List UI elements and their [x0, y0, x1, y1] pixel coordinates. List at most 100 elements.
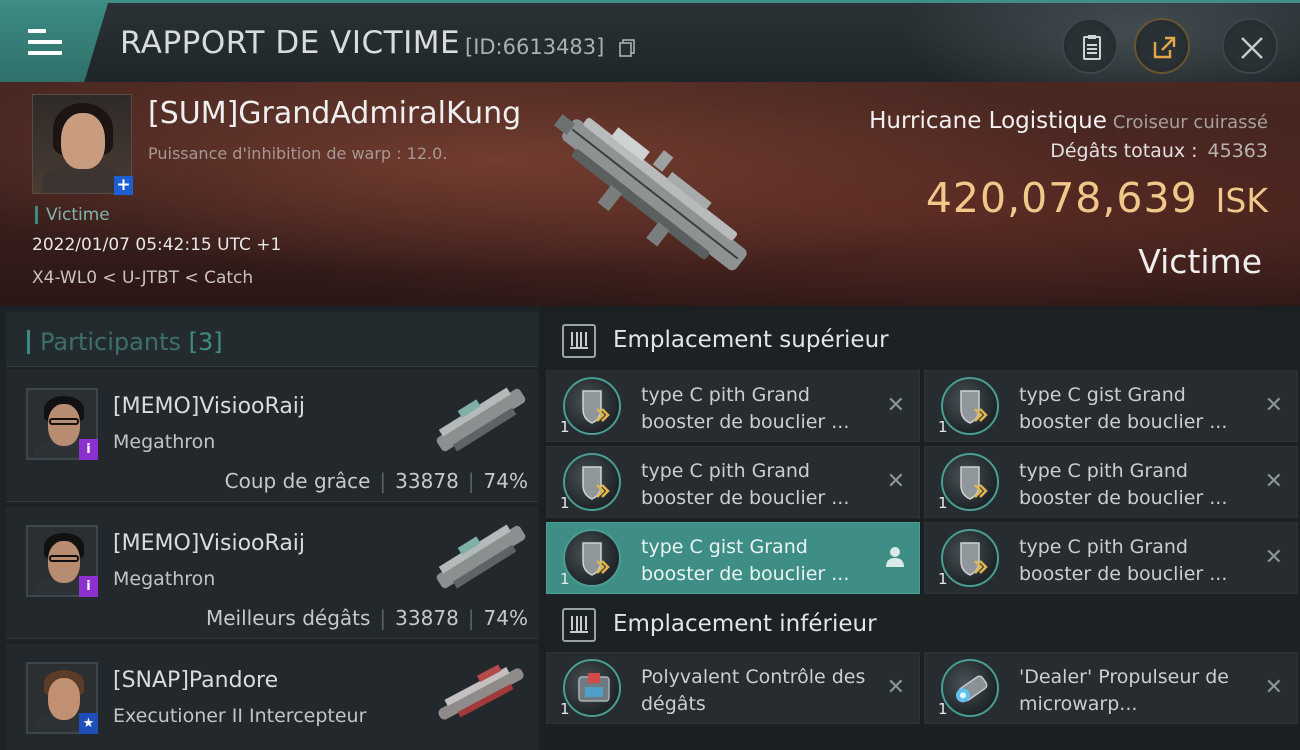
module-name: type C pith Grand booster de bouclier ..…	[641, 384, 850, 433]
kill-datetime: 2022/01/07 05:42:15 UTC +1	[32, 235, 282, 255]
participants-header[interactable]: Participants [3]	[6, 312, 538, 367]
destroyed-icon: ✕	[1264, 675, 1283, 700]
module-quantity: 1	[938, 418, 948, 436]
victim-hero: + [SUM]GrandAdmiralKung Puissance d'inhi…	[0, 82, 1300, 306]
high-slot-title: Emplacement supérieur	[613, 327, 889, 353]
module-row[interactable]: 1 type C gist Grand booster de bouclier …	[546, 522, 920, 594]
participant-damage: 33878	[395, 469, 459, 493]
destroyed-icon: ✕	[886, 469, 905, 494]
participants-title: Participants [3]	[40, 328, 223, 356]
report-icon	[1083, 35, 1101, 60]
participant-card[interactable]: i [MEMO]VisiooRaij Megathron Meilleurs d…	[6, 507, 538, 639]
module-quantity: 1	[560, 570, 570, 588]
module-name: type C gist Grand booster de bouclier ..…	[1019, 384, 1228, 433]
module-row[interactable]: 1 type C pith Grand booster de bouclier …	[924, 446, 1298, 518]
module-row[interactable]: 1 type C gist Grand booster de bouclier …	[924, 370, 1298, 442]
participant-stats: Coup de grâce | 33878 | 74%	[224, 469, 528, 493]
page-title: RAPPORT DE VICTIME	[120, 25, 461, 61]
victim-tag: Victime	[35, 206, 110, 224]
module-name: type C gist Grand booster de bouclier ..…	[641, 536, 850, 585]
dropped-person-icon	[886, 547, 904, 567]
participant-card[interactable]: ★ [SNAP]Pandore Executioner II Intercept…	[6, 644, 538, 750]
shield-booster-icon	[563, 377, 621, 435]
participants-count: [3]	[188, 328, 223, 356]
share-button[interactable]	[1134, 18, 1190, 74]
participant-damage: 33878	[395, 606, 459, 630]
warp-disruption-strength: Puissance d'inhibition de warp : 12.0.	[148, 144, 448, 163]
info-icon: i	[79, 576, 98, 597]
participant-role: Meilleurs dégâts	[205, 606, 371, 630]
module-row[interactable]: 1 Polyvalent Contrôle des dégâts ✕	[546, 652, 920, 724]
isk-unit: ISK	[1215, 181, 1268, 220]
menu-icon	[28, 29, 62, 55]
module-quantity: 1	[560, 494, 570, 512]
shield-booster-icon	[941, 453, 999, 511]
participant-name: [SNAP]Pandore	[113, 668, 279, 693]
kill-id: [ID:6613483]	[465, 35, 605, 59]
star-icon: ★	[79, 713, 98, 734]
module-row[interactable]: 1 'Dealer' Propulseur de microwarp... ✕	[924, 652, 1298, 724]
damage-control-icon	[563, 659, 621, 717]
participant-ship-image	[438, 664, 524, 720]
module-row[interactable]: 1 type C pith Grand booster de bouclier …	[924, 522, 1298, 594]
high-slot-header: Emplacement supérieur	[546, 310, 1300, 370]
participant-role: Coup de grâce	[224, 469, 371, 493]
ship-class: Croiseur cuirassé	[1112, 112, 1268, 133]
total-damage: Dégâts totaux : 45363	[1050, 140, 1268, 162]
menu-button[interactable]	[0, 3, 108, 82]
participants-panel: Participants [3] i [MEMO]VisiooRaij Mega…	[0, 306, 540, 750]
module-name: type C pith Grand booster de bouclier ..…	[1019, 536, 1228, 585]
participant-ship: Megathron	[113, 568, 216, 590]
participant-name: [MEMO]VisiooRaij	[113, 531, 306, 556]
destroyed-icon: ✕	[1264, 469, 1283, 494]
ship-name: Hurricane Logistique	[869, 108, 1107, 134]
shield-booster-icon	[563, 453, 621, 511]
isk-amount: 420,078,639	[925, 174, 1198, 222]
low-slot-header: Emplacement inférieur	[546, 594, 1300, 654]
module-quantity: 1	[938, 494, 948, 512]
victim-ship-image[interactable]	[525, 94, 785, 294]
victim-ship[interactable]: Hurricane Logistique Croiseur cuirassé	[869, 108, 1268, 134]
module-name: Polyvalent Contrôle des dégâts	[641, 666, 866, 715]
module-name: type C pith Grand booster de bouclier ..…	[641, 460, 850, 509]
plus-icon: +	[114, 176, 133, 195]
close-button[interactable]	[1222, 18, 1278, 74]
info-icon: i	[79, 439, 98, 460]
participant-percent: 74%	[483, 606, 528, 630]
destroyed-icon: ✕	[886, 675, 905, 700]
participant-ship-image	[436, 524, 526, 589]
module-quantity: 1	[560, 418, 570, 436]
copy-icon[interactable]	[619, 39, 635, 57]
low-slot-icon	[562, 608, 596, 642]
participant-ship: Executioner II Intercepteur	[113, 705, 367, 727]
role-label: Victime	[1138, 242, 1262, 281]
high-slot-icon	[562, 324, 596, 358]
report-button[interactable]	[1062, 18, 1118, 74]
participant-card[interactable]: i [MEMO]VisiooRaij Megathron Coup de grâ…	[6, 370, 538, 502]
fitting-panel: Emplacement supérieur 1 type C pith Gran…	[540, 306, 1300, 750]
destroyed-icon: ✕	[1264, 545, 1283, 570]
close-icon	[1241, 37, 1263, 59]
shield-booster-icon	[563, 529, 621, 587]
participant-name: [MEMO]VisiooRaij	[113, 394, 306, 419]
module-quantity: 1	[938, 570, 948, 588]
destroyed-icon: ✕	[1264, 393, 1283, 418]
module-name: 'Dealer' Propulseur de microwarp...	[1019, 666, 1229, 715]
top-bar: RAPPORT DE VICTIME [ID:6613483]	[0, 0, 1300, 82]
participant-percent: 74%	[483, 469, 528, 493]
shield-booster-icon	[941, 529, 999, 587]
module-row[interactable]: 1 type C pith Grand booster de bouclier …	[546, 370, 920, 442]
destroyed-icon: ✕	[886, 393, 905, 418]
participant-stats: Meilleurs dégâts | 33878 | 74%	[205, 606, 528, 630]
victim-name[interactable]: [SUM]GrandAdmiralKung	[148, 96, 521, 131]
total-damage-label: Dégâts totaux :	[1050, 140, 1198, 162]
shield-booster-icon	[941, 377, 999, 435]
module-quantity: 1	[560, 700, 570, 718]
module-name: type C pith Grand booster de bouclier ..…	[1019, 460, 1228, 509]
module-quantity: 1	[938, 700, 948, 718]
kill-location[interactable]: X4-WL0 < U-JTBT < Catch	[32, 268, 253, 288]
isk-value: 420,078,639 ISK	[926, 174, 1268, 222]
low-slot-title: Emplacement inférieur	[613, 611, 877, 637]
share-icon	[1153, 36, 1176, 59]
module-row[interactable]: 1 type C pith Grand booster de bouclier …	[546, 446, 920, 518]
